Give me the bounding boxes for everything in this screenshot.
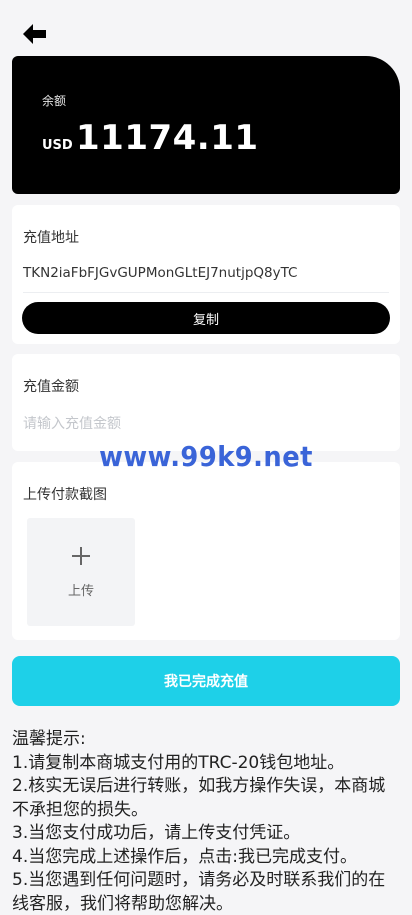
watermark-text: www.99k9.net	[99, 440, 313, 473]
recharge-page: 余额 USD 11174.11 充值地址 TKN2iaFbFJGvGUPMonG…	[0, 0, 412, 915]
balance-amount: 11174.11	[76, 118, 259, 158]
note-line: 2.核实无误后进行转账，如我方操作失误，本商城不承担您的损失。	[12, 776, 386, 820]
note-line: 5.当您遇到任何问题时，请务必及时联系我们的在线客服，我们将帮助您解决。	[12, 870, 386, 914]
address-card: 充值地址 TKN2iaFbFJGvGUPMonGLtEJ7nutjpQ8yTC …	[12, 205, 400, 344]
upload-button[interactable]: 上传	[27, 518, 135, 626]
upload-title: 上传付款截图	[23, 487, 107, 503]
balance-label: 余额	[42, 94, 67, 108]
amount-title: 充值金额	[23, 379, 79, 395]
address-title: 充值地址	[23, 230, 79, 246]
back-button[interactable]	[20, 20, 50, 48]
note-line: 4.当您完成上述操作后，点击:我已完成支付。	[12, 846, 357, 867]
amount-card: 充值金额	[12, 354, 400, 451]
submit-recharge-button[interactable]: 我已完成充值	[12, 656, 400, 706]
amount-input[interactable]	[23, 412, 383, 436]
balance-currency: USD	[42, 138, 73, 153]
notes-title: 温馨提示:	[12, 729, 86, 749]
upload-card: 上传付款截图 上传	[12, 462, 400, 640]
arrow-left-icon	[23, 24, 46, 44]
note-line: 3.当您支付成功后，请上传支付凭证。	[12, 823, 301, 843]
divider	[23, 292, 389, 293]
wallet-address: TKN2iaFbFJGvGUPMonGLtEJ7nutjpQ8yTC	[23, 265, 298, 281]
plus-icon	[72, 547, 90, 565]
copy-button[interactable]: 复制	[22, 302, 390, 334]
upload-label: 上传	[67, 584, 94, 599]
notes: 温馨提示: 1.请复制本商城支付用的TRC-20钱包地址。 2.核实无误后进行转…	[12, 728, 402, 915]
note-line: 1.请复制本商城支付用的TRC-20钱包地址。	[12, 752, 345, 773]
balance-card: 余额 USD 11174.11	[12, 56, 400, 194]
